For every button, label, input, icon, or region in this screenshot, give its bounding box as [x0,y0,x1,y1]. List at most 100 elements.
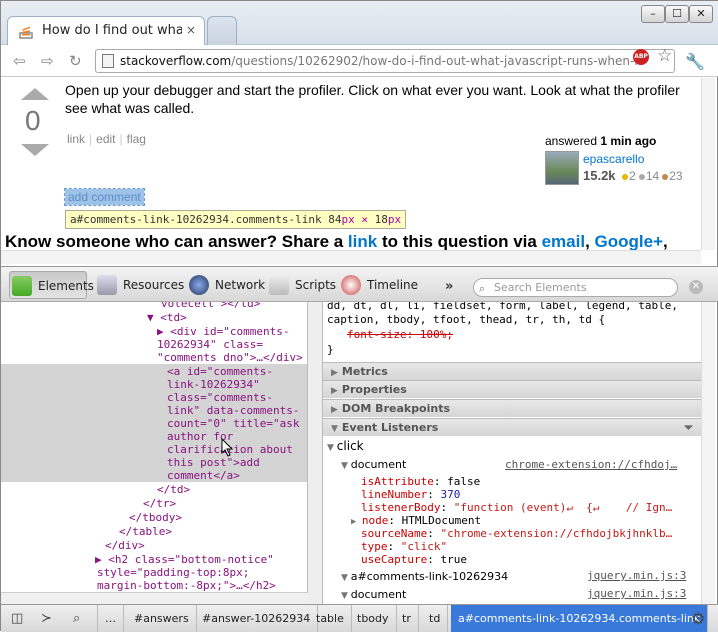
share-gplus-link[interactable]: Google+ [595,232,663,250]
section-event-listeners[interactable]: ▼ Event Listeners ⏷ [323,418,701,436]
section-dom-breakpoints[interactable]: ▶ DOM Breakpoints [323,399,701,417]
section-metrics[interactable]: ▶ Metrics [323,362,701,380]
close-devtools-icon[interactable]: ✕ [689,280,703,294]
listener-prop: lineNumber: 370 [361,488,461,501]
url-text[interactable]: stackoverflow.com/questions/10262902/how… [120,54,640,68]
dom-line[interactable]: votecell"></td> [161,302,260,310]
dom-line[interactable]: ▼ <td> [147,311,187,324]
dom-line[interactable]: ▶ <h2 class="bottom-notice" [95,553,274,566]
breadcrumb-answer[interactable]: #answer-10262934 [195,605,319,632]
page-icon [102,54,114,68]
tab-timeline[interactable]: Timeline [339,271,418,299]
dom-line[interactable]: </div> [105,539,145,552]
breadcrumb-ellipsis[interactable]: … [97,605,124,632]
listener-source-link[interactable]: jquery.min.js:3 [587,569,686,582]
dom-line[interactable]: </tbody> [129,511,182,524]
dom-line[interactable]: link-10262934" [167,378,260,391]
breadcrumb-selected[interactable]: a#comments-link-10262934.comments-link [451,605,709,632]
listener-document[interactable]: ▼ document [341,458,406,471]
avatar[interactable] [545,151,579,185]
dom-line[interactable]: "comments dno">…</div> [157,351,303,364]
wrench-menu-icon[interactable]: 🔧 [685,52,705,71]
listener-prop: listenerBody: "function (event)↵ {↵ // I… [361,501,673,514]
dom-line[interactable]: comment</a> [167,469,240,482]
tooltip-width: 84 [328,213,342,226]
breadcrumb-td[interactable]: td [422,605,449,632]
scripts-icon [269,275,289,295]
inspect-search-icon[interactable]: ⌕ [73,611,80,626]
tab-close-icon[interactable]: × [186,23,196,37]
share-email-link[interactable]: email [542,232,585,250]
dom-horizontal-scrollbar[interactable] [1,592,308,604]
section-properties[interactable]: ▶ Properties [323,380,701,398]
prop-key: isAttribute [361,475,434,488]
minimize-button[interactable]: – [641,5,665,23]
dom-line[interactable]: class="comments- [167,391,273,404]
dom-line[interactable]: this post">add [167,456,260,469]
dom-line[interactable]: 10262934" class= [157,338,263,351]
maximize-button[interactable]: ☐ [665,5,689,23]
dom-line[interactable]: ▶ <div id="comments- [157,325,289,338]
dom-line[interactable]: style="padding-top:8px; [97,566,249,579]
dom-line[interactable]: count="0" title="ask [167,417,299,430]
tab-resources[interactable]: Resources [95,271,184,299]
event-type[interactable]: ▼ click [327,439,364,453]
panel-splitter[interactable] [308,302,323,604]
post-flag[interactable]: flag [127,132,146,146]
more-tabs-icon[interactable]: » [445,279,453,294]
tab-network[interactable]: Network [187,271,265,299]
dom-line[interactable]: link" data-comments- [167,404,299,417]
breadcrumb-tr[interactable]: tr [395,605,419,632]
tab-scripts[interactable]: Scripts [267,271,336,299]
listener-anchor[interactable]: ▼ a#comments-link-10262934 [341,570,508,583]
post-link[interactable]: link [67,132,85,146]
listener-document-2[interactable]: ▼ document [341,588,406,601]
page-horizontal-scrollbar[interactable] [1,250,701,264]
breadcrumb-table[interactable]: table [309,605,352,632]
back-arrow-icon[interactable]: ⇦ [13,52,26,70]
user-name-link[interactable]: epascarello [583,152,644,166]
timeline-icon [341,275,361,295]
prop-value: "click" [400,540,448,553]
dom-line[interactable]: </td> [157,483,190,496]
console-icon[interactable]: ≻ [41,611,52,626]
vote-down-icon[interactable] [21,144,49,156]
listener-source-link[interactable]: chrome-extension://cfhdoj… [505,458,677,471]
vote-up-icon[interactable] [21,88,49,100]
add-comment-link[interactable]: add comment [64,188,145,206]
dom-line[interactable]: <a id="comments- [167,365,273,378]
breadcrumb-answers[interactable]: #answers [127,605,197,632]
forward-arrow-icon[interactable]: ⇨ [41,52,54,70]
prop-key: listenerBody [361,501,441,514]
sidebar-vertical-scrollbar[interactable] [701,302,715,604]
reload-icon[interactable]: ↻ [69,52,82,70]
tab-elements[interactable]: Elements [9,271,94,299]
page-vertical-scrollbar[interactable] [701,78,715,250]
tab-current[interactable]: How do I find out what × [7,16,205,45]
overridden-property[interactable]: font-size: 100%; [347,328,453,341]
url-path: /questions/10262902/how-do-i-find-out-wh… [231,54,640,68]
prop-value: "chrome-extension://cfhdojbkjhnklb… [440,527,673,540]
filter-icon[interactable]: ⏷ [684,419,693,436]
post-edit[interactable]: edit [96,132,115,146]
dom-tree-panel[interactable]: votecell"></td> ▼ <td> ▶ <div id="commen… [1,302,308,592]
search-elements-input[interactable]: ⌕ Search Elements [473,278,678,297]
gold-badge-count: 2 [629,169,636,183]
new-tab-button[interactable] [207,16,237,45]
listener-prop[interactable]: ▶ node: HTMLDocument [351,514,481,527]
close-window-button[interactable]: ✕ [689,5,713,23]
dom-line[interactable]: </table> [119,525,172,538]
breadcrumb-tbody[interactable]: tbody [350,605,397,632]
adblock-icon[interactable]: ABP [633,49,649,65]
dock-icon[interactable]: ◫ [11,611,23,626]
dom-line[interactable]: </tr> [143,497,176,510]
address-bar[interactable]: stackoverflow.com/questions/10262902/how… [95,49,675,73]
reputation-score: 15.2k [583,168,616,183]
dom-line[interactable]: margin-bottom:-8px;">…</h2> [97,579,276,592]
gear-icon[interactable]: ⚙ [691,609,705,628]
section-label: DOM Breakpoints [341,402,451,415]
devtools-toolbar: Elements Resources Network Scripts Timel… [1,266,718,302]
listener-source-link[interactable]: jquery.min.js:3 [587,587,686,600]
share-link[interactable]: link [348,232,377,250]
bookmark-star-icon[interactable]: ☆ [657,46,672,66]
